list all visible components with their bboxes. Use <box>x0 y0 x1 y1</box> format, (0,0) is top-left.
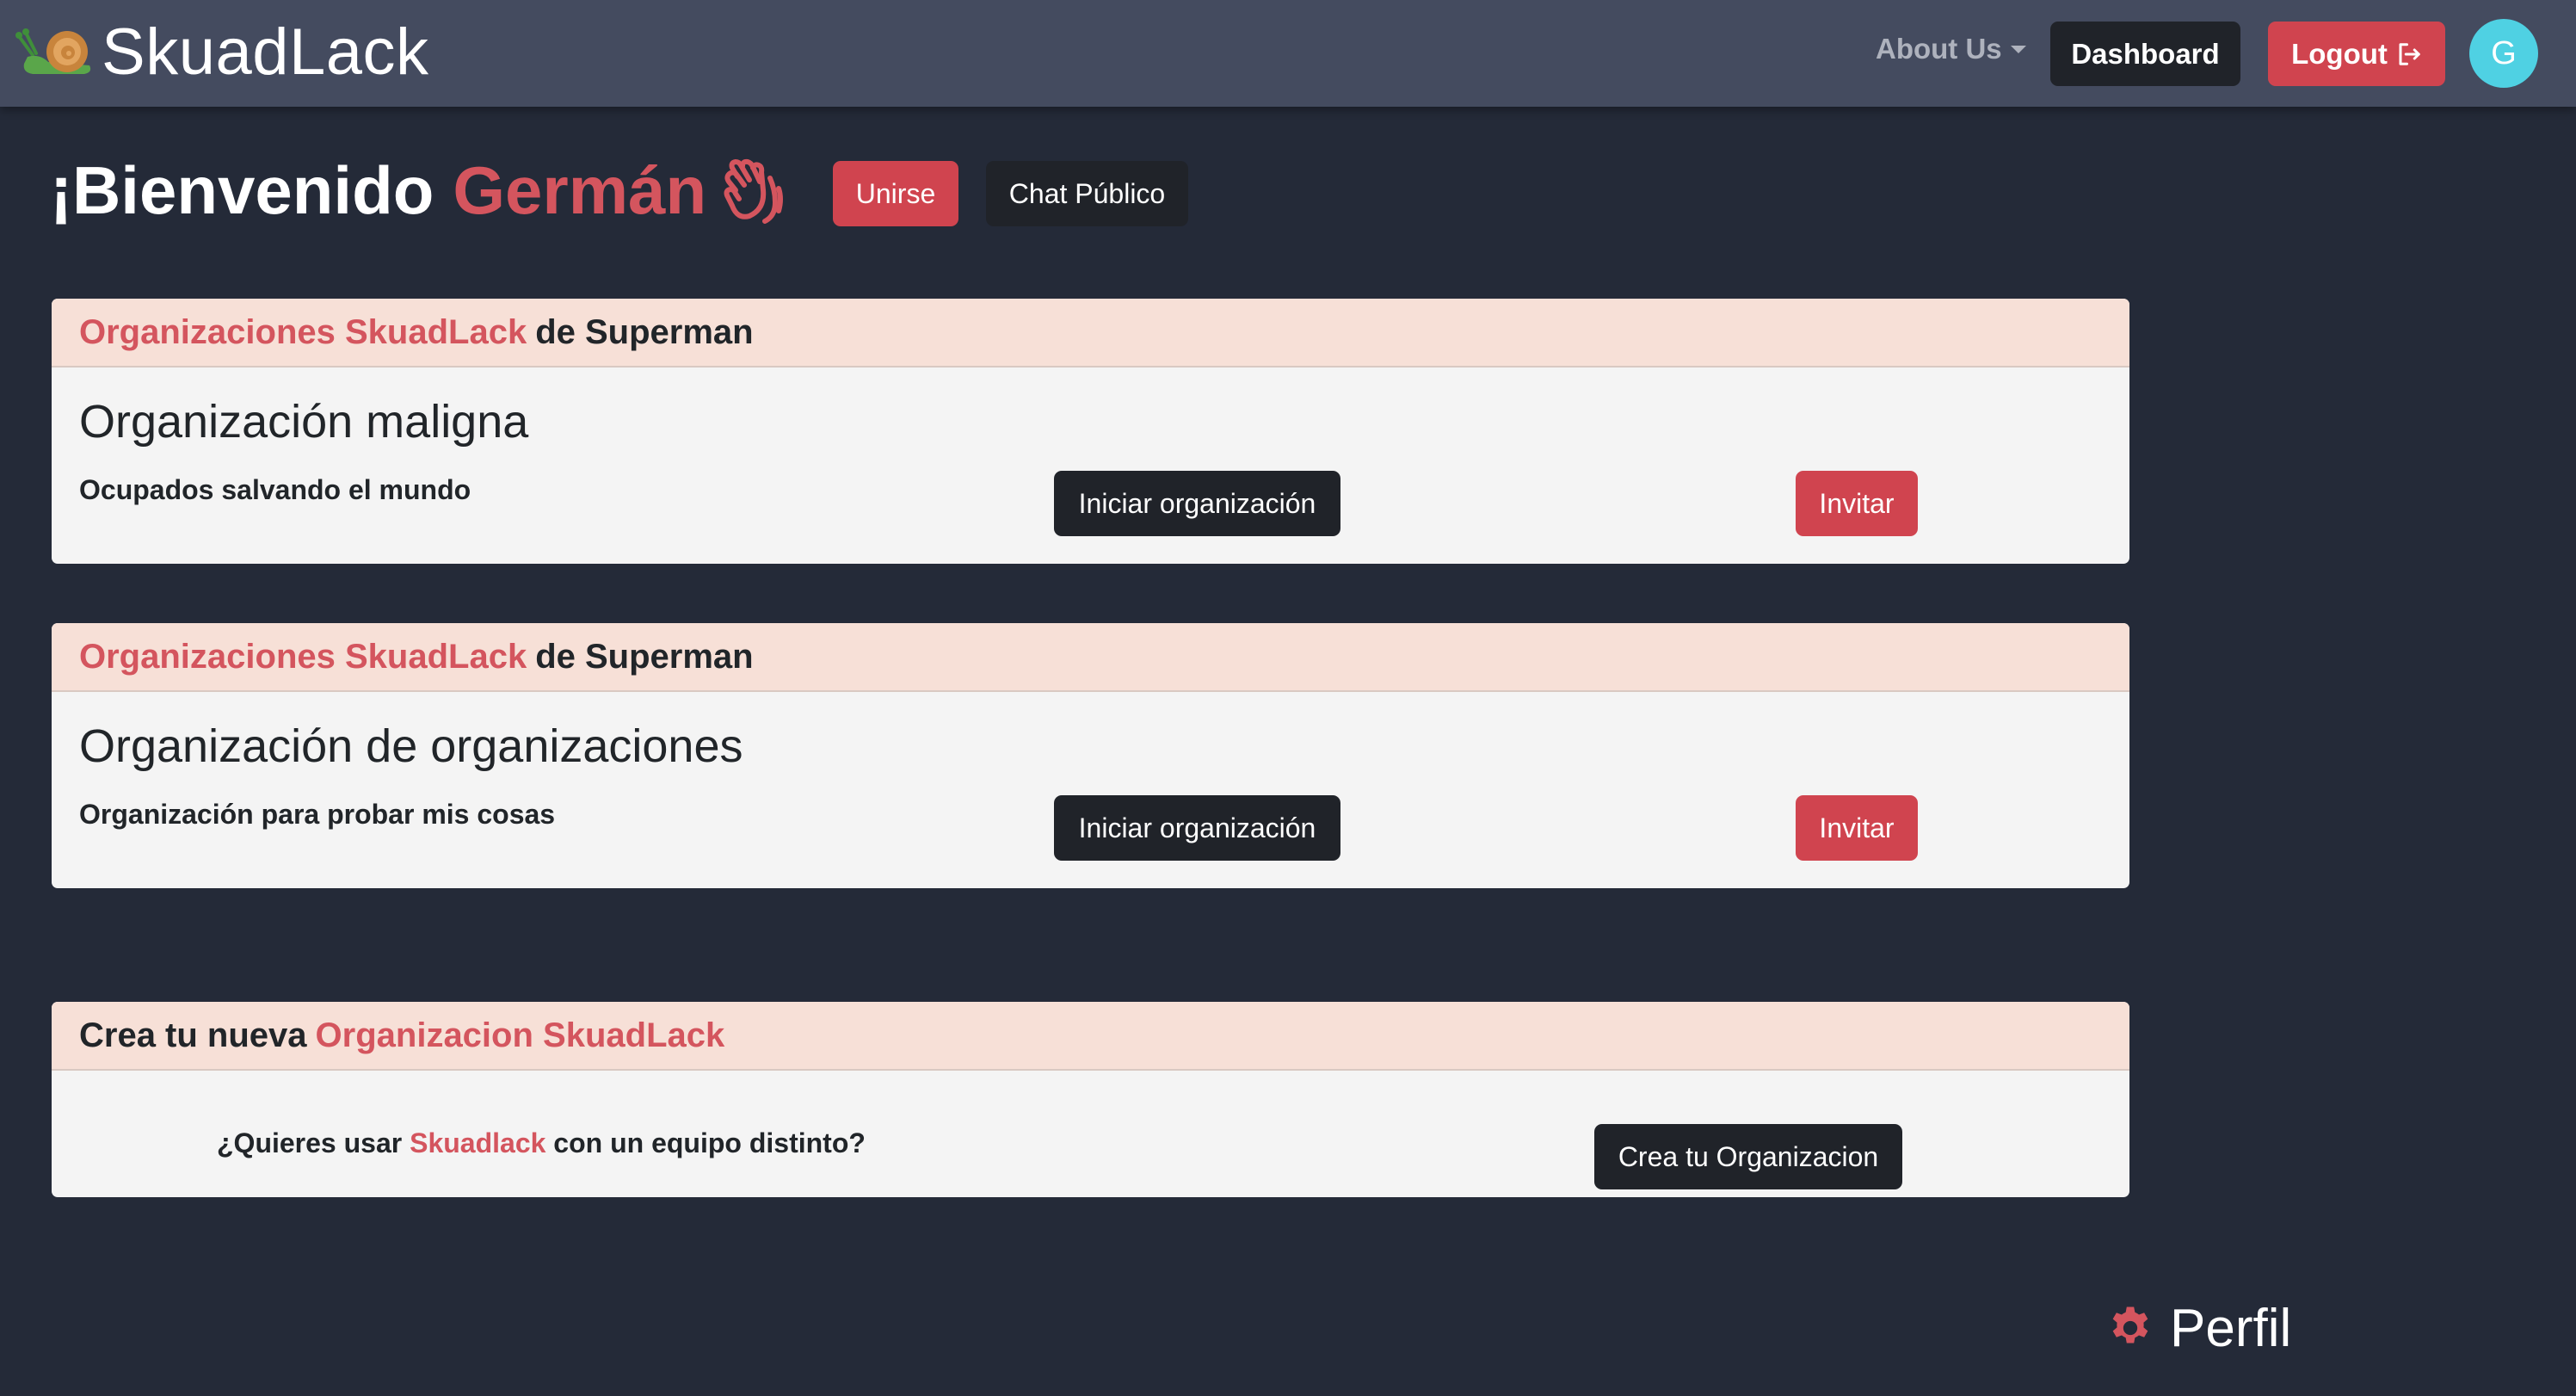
avatar-initial: G <box>2491 34 2517 71</box>
create-organization-button[interactable]: Crea tu Organizacion <box>1594 1124 1902 1189</box>
dashboard-label: Dashboard <box>2071 37 2220 70</box>
about-us-dropdown[interactable]: About Us <box>1876 33 2026 65</box>
welcome-greeting: ¡Bienvenido <box>50 151 434 228</box>
create-question: ¿Quieres usar Skuadlack con un equipo di… <box>217 1127 866 1159</box>
question-suffix: con un equipo distinto? <box>553 1127 866 1158</box>
start-organization-button[interactable]: Iniciar organización <box>1054 471 1340 536</box>
logout-label: Logout <box>2291 37 2388 70</box>
question-highlight: Skuadlack <box>410 1127 546 1158</box>
join-label: Unirse <box>855 177 936 209</box>
join-button[interactable]: Unirse <box>833 161 958 226</box>
navbar: SkuadLack About Us Dashboard Logout G <box>0 0 2576 107</box>
header-highlight: Organizaciones SkuadLack <box>79 312 527 351</box>
start-organization-label: Iniciar organización <box>1078 812 1316 843</box>
public-chat-label: Chat Público <box>1008 177 1166 209</box>
create-header-highlight: Organizacion SkuadLack <box>315 1016 725 1054</box>
organization-title: Organización de organizaciones <box>79 720 743 772</box>
logout-icon <box>2399 42 2420 65</box>
create-header-prefix: Crea tu nueva <box>79 1016 307 1054</box>
snail-icon <box>15 28 91 74</box>
organization-card-header: Organizaciones SkuadLack de Superman <box>52 299 2129 368</box>
organization-card: Organizaciones SkuadLack de Superman Org… <box>52 299 2129 564</box>
dashboard-button[interactable]: Dashboard <box>2050 22 2240 86</box>
user-name: Germán <box>453 151 707 228</box>
waving-hands-icon <box>724 158 784 224</box>
profile-link[interactable]: Perfil <box>2106 1298 2291 1358</box>
gear-icon <box>2112 1306 2148 1343</box>
about-us-label: About Us <box>1876 33 2002 65</box>
create-organization-label: Crea tu Organizacion <box>1618 1140 1879 1172</box>
organization-description: Organización para probar mis cosas <box>79 799 556 830</box>
invite-label: Invitar <box>1819 487 1895 519</box>
invite-label: Invitar <box>1819 812 1895 843</box>
question-prefix: ¿Quieres usar <box>217 1127 403 1158</box>
start-organization-label: Iniciar organización <box>1078 487 1316 519</box>
brand-name: SkuadLack <box>102 15 429 89</box>
public-chat-button[interactable]: Chat Público <box>986 161 1188 226</box>
organization-card: Organizaciones SkuadLack de Superman Org… <box>52 623 2129 888</box>
invite-button[interactable]: Invitar <box>1796 795 1918 861</box>
header-highlight: Organizaciones SkuadLack <box>79 637 527 676</box>
start-organization-button[interactable]: Iniciar organización <box>1054 795 1340 861</box>
caret-down-icon <box>2010 45 2026 53</box>
user-avatar[interactable]: G <box>2469 19 2538 88</box>
organization-description: Ocupados salvando el mundo <box>79 474 471 505</box>
welcome-heading: ¡Bienvenido Germán <box>50 143 789 238</box>
logout-button[interactable]: Logout <box>2268 22 2445 86</box>
brand-link[interactable]: SkuadLack <box>14 9 429 95</box>
header-owner: de Superman <box>535 312 754 351</box>
header-owner: de Superman <box>535 637 754 676</box>
create-organization-card: Crea tu nueva Organizacion SkuadLack ¿Qu… <box>52 1002 2129 1197</box>
organization-title: Organización maligna <box>79 396 529 448</box>
organization-card-header: Organizaciones SkuadLack de Superman <box>52 623 2129 692</box>
invite-button[interactable]: Invitar <box>1796 471 1918 536</box>
create-card-header: Crea tu nueva Organizacion SkuadLack <box>52 1002 2129 1071</box>
profile-label: Perfil <box>2170 1298 2292 1358</box>
